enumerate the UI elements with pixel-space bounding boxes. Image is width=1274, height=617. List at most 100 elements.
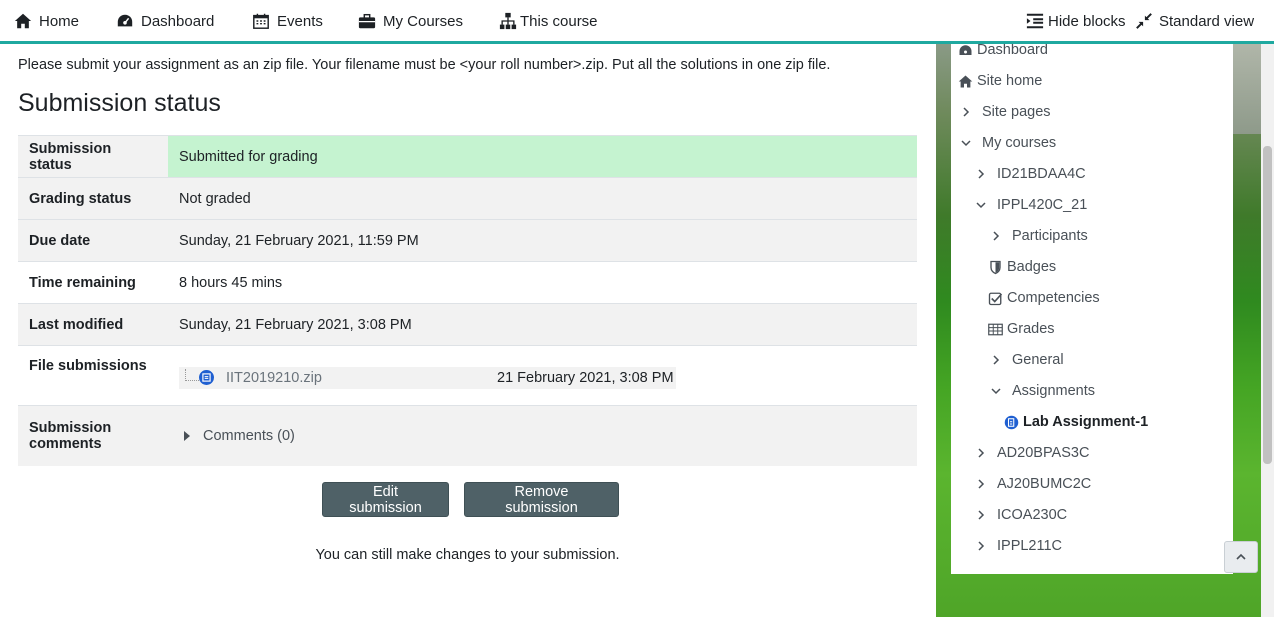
table-row: Time remaining 8 hours 45 mins <box>18 261 917 304</box>
sitemap-icon <box>499 12 517 30</box>
nav-tree-participants[interactable]: Participants <box>990 228 1088 244</box>
row-label: Time remaining <box>18 261 168 304</box>
nav-tree-badges[interactable]: Badges <box>988 259 1056 275</box>
nav-this-course-label: This course <box>520 12 598 30</box>
calendar-icon <box>253 13 269 29</box>
chevron-right-icon <box>978 169 985 179</box>
nav-tree-my-courses[interactable]: My courses <box>960 135 1056 151</box>
indent-icon <box>1026 13 1044 29</box>
last-modified-value: Sunday, 21 February 2021, 3:08 PM <box>168 303 917 346</box>
hide-blocks-label: Hide blocks <box>1048 12 1126 30</box>
shield-icon <box>990 260 1001 274</box>
nav-tree-course[interactable]: AJ20BUMC2C <box>975 476 1091 492</box>
file-entry: IIT2019210.zip 21 February 2021, 3:08 PM <box>179 366 676 389</box>
nav-events[interactable]: Events <box>252 12 323 30</box>
file-submissions-cell: IIT2019210.zip 21 February 2021, 3:08 PM <box>168 345 917 406</box>
nav-home[interactable]: Home <box>14 12 79 30</box>
due-date-value: Sunday, 21 February 2021, 11:59 PM <box>168 219 917 262</box>
table-row: Last modified Sunday, 21 February 2021, … <box>18 303 917 346</box>
edit-submission-button[interactable]: Edit submission <box>322 482 449 517</box>
nav-my-courses-label: My Courses <box>383 12 464 30</box>
nav-tree-competencies[interactable]: Competencies <box>988 290 1100 306</box>
chevron-down-icon <box>976 202 986 209</box>
nav-tree-label: Competencies <box>1007 290 1100 306</box>
chevron-right-icon <box>993 355 1000 365</box>
nav-tree-label: ID21BDAA4C <box>997 166 1086 182</box>
nav-tree-label: AD20BPAS3C <box>997 445 1090 461</box>
standard-view-label: Standard view <box>1159 12 1255 30</box>
home-icon <box>14 13 32 29</box>
chevron-right-icon <box>963 107 970 117</box>
nav-tree-general[interactable]: General <box>990 352 1064 368</box>
nav-tree-lab-assignment[interactable]: Lab Assignment-1 <box>1004 414 1148 430</box>
assignment-icon <box>1004 415 1019 429</box>
building-image <box>1233 44 1261 134</box>
compress-icon <box>1136 13 1152 29</box>
chevron-down-icon <box>991 388 1001 395</box>
table-row: Submission comments Comments (0) <box>18 405 917 466</box>
table-row: Grading status Not graded <box>18 177 917 220</box>
nav-tree-course[interactable]: AD20BPAS3C <box>975 445 1089 461</box>
nav-tree-label: Assignments <box>1012 383 1096 399</box>
chevron-right-icon <box>978 510 985 520</box>
caret-right-icon <box>184 430 190 441</box>
nav-tree-label: My courses <box>982 135 1057 151</box>
nav-tree-course[interactable]: IPPL420C_21 <box>975 197 1087 213</box>
row-label: Submission comments <box>18 405 168 466</box>
nav-this-course[interactable]: This course <box>499 12 598 30</box>
chevron-down-icon <box>961 140 971 147</box>
nav-tree-site-home[interactable]: Site home <box>958 73 1042 89</box>
dashboard-icon <box>959 44 972 55</box>
nav-tree-label: Site pages <box>982 104 1051 120</box>
tree-connector <box>185 368 199 381</box>
row-label: Due date <box>18 219 168 262</box>
row-label: Grading status <box>18 177 168 220</box>
nav-tree-course[interactable]: IPPL211C <box>975 538 1062 554</box>
submission-status-value: Submitted for grading <box>168 135 917 178</box>
chevron-right-icon <box>978 448 985 458</box>
nav-tree-label: General <box>1012 352 1064 368</box>
nav-events-label: Events <box>277 12 323 30</box>
nav-tree-label: AJ20BUMC2C <box>997 476 1092 492</box>
file-link[interactable]: IIT2019210.zip <box>226 370 322 386</box>
nav-tree-grades[interactable]: Grades <box>988 321 1055 337</box>
nav-tree-assignments[interactable]: Assignments <box>990 383 1095 399</box>
nav-home-label: Home <box>39 12 80 30</box>
chevron-right-icon <box>978 541 985 551</box>
comments-toggle[interactable]: Comments (0) <box>179 428 906 444</box>
row-label: Submission status <box>18 135 168 178</box>
hide-blocks-button[interactable]: Hide blocks <box>1026 12 1126 30</box>
standard-view-button[interactable]: Standard view <box>1135 12 1254 30</box>
scrollbar-thumb[interactable] <box>1263 146 1272 464</box>
nav-tree-label: Participants <box>1012 228 1088 244</box>
top-navbar: Home Dashboard Events My Courses This co… <box>0 0 1274 44</box>
submission-note: You can still make changes to your submi… <box>315 547 620 563</box>
nav-my-courses[interactable]: My Courses <box>358 12 463 30</box>
comments-label: Comments (0) <box>203 427 295 444</box>
nav-tree-label: Grades <box>1007 321 1055 337</box>
nav-tree-label: Badges <box>1007 259 1057 275</box>
nav-tree-label: Lab Assignment-1 <box>1023 414 1149 430</box>
comments-cell: Comments (0) <box>168 405 917 466</box>
nav-tree-label: Site home <box>977 73 1043 89</box>
nav-dashboard[interactable]: Dashboard <box>116 12 214 30</box>
time-remaining-value: 8 hours 45 mins <box>168 261 917 304</box>
nav-tree-course[interactable]: ICOA230C <box>975 507 1067 523</box>
chevron-up-icon <box>1236 553 1246 560</box>
remove-submission-button[interactable]: Remove submission <box>464 482 619 517</box>
navigation-block: Dashboard Site home Site pages My course… <box>951 42 1233 574</box>
table-row: Due date Sunday, 21 February 2021, 11:59… <box>18 219 917 262</box>
row-label: File submissions <box>18 345 168 406</box>
nav-tree-site-pages[interactable]: Site pages <box>960 104 1051 120</box>
archive-file-icon <box>199 370 214 385</box>
back-to-top-button[interactable] <box>1224 541 1258 573</box>
dashboard-icon <box>117 14 133 27</box>
nav-tree-label: ICOA230C <box>997 507 1068 523</box>
nav-tree-course[interactable]: ID21BDAA4C <box>975 166 1086 182</box>
assignment-intro: Please submit your assignment as an zip … <box>18 57 831 73</box>
nav-tree-dashboard[interactable]: Dashboard <box>958 42 1048 58</box>
row-label: Last modified <box>18 303 168 346</box>
table-icon <box>988 323 1003 335</box>
nav-tree-label: IPPL420C_21 <box>997 197 1088 213</box>
nav-dashboard-label: Dashboard <box>141 12 215 30</box>
